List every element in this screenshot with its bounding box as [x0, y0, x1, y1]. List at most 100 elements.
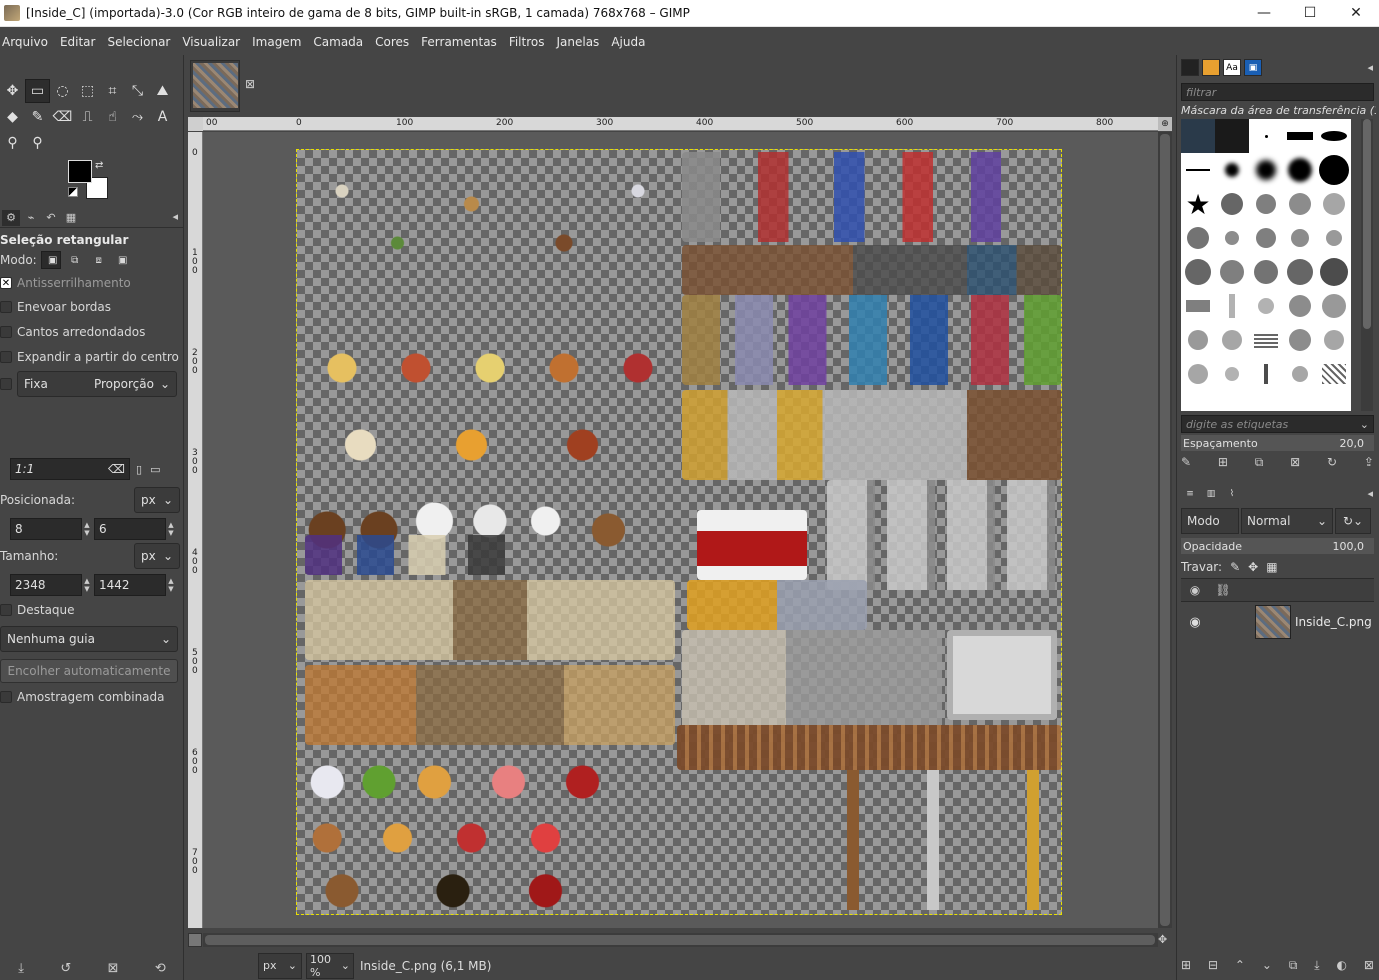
menu-filtros[interactable]: Filtros: [509, 35, 551, 49]
reset-colors-icon[interactable]: [68, 187, 78, 197]
expand-center-row[interactable]: Expandir a partir do centro: [0, 350, 179, 364]
zoom-on-resize-icon[interactable]: ⊕: [1158, 117, 1172, 131]
new-brush-icon[interactable]: ⊞: [1218, 455, 1228, 473]
mask-layer-icon[interactable]: ◐: [1336, 958, 1346, 976]
brush-texture-12[interactable]: [1215, 289, 1249, 323]
brush-texture-7[interactable]: [1215, 255, 1249, 289]
maximize-button[interactable]: ☐: [1287, 0, 1333, 27]
chevron-down-icon[interactable]: ⌄: [1360, 418, 1369, 431]
close-button[interactable]: ✕: [1333, 0, 1379, 27]
brush-scrollbar[interactable]: [1361, 119, 1373, 411]
lower-layer-icon[interactable]: ⌄: [1262, 958, 1272, 976]
brushes-tab-icon[interactable]: [1181, 59, 1199, 76]
brush-splatter-1[interactable]: [1215, 187, 1249, 221]
foreground-select-tool-icon[interactable]: ⬚: [75, 79, 100, 103]
mode-add-icon[interactable]: ⧉: [65, 251, 85, 269]
brush-texture-23[interactable]: [1249, 357, 1283, 391]
smudge-tool-icon[interactable]: ☝: [100, 105, 125, 129]
warp-tool-icon[interactable]: ⛰: [150, 79, 175, 103]
feather-row[interactable]: Enevoar bordas: [0, 300, 111, 314]
edit-brush-icon[interactable]: ✎: [1181, 455, 1191, 473]
brush-texture-20[interactable]: [1317, 323, 1351, 357]
horizontal-ruler[interactable]: 00 0 100 200 300 400 500 600 700 800: [203, 117, 1158, 131]
brush-texture-13[interactable]: [1249, 289, 1283, 323]
brush-texture-8[interactable]: [1249, 255, 1283, 289]
position-x-spinner[interactable]: ▲ ▼: [82, 521, 92, 537]
quick-mask-toggle[interactable]: [188, 933, 202, 947]
image-tab-close-icon[interactable]: ⊠: [245, 77, 255, 91]
layer-mode-combo[interactable]: Normal ⌄: [1241, 508, 1333, 534]
undo-history-tab-icon[interactable]: ↶: [42, 210, 60, 226]
brush-texture-19[interactable]: [1283, 323, 1317, 357]
sample-merged-checkbox[interactable]: [0, 691, 12, 703]
antialias-row[interactable]: ✕ Antisserrilhamento: [0, 276, 131, 290]
spacing-slider[interactable]: Espaçamento 20,0: [1181, 435, 1374, 451]
zoom-tool-icon[interactable]: ⚲: [25, 131, 50, 155]
brush-filter-input[interactable]: filtrar: [1181, 83, 1374, 101]
brush-texture-5[interactable]: [1317, 221, 1351, 255]
brush-texture-17[interactable]: [1215, 323, 1249, 357]
open-brush-icon[interactable]: ⇪: [1364, 455, 1374, 473]
lasso-tool-icon[interactable]: ◌: [50, 79, 75, 103]
brush-panel-menu-icon[interactable]: ◂: [1367, 61, 1373, 74]
delete-brush-icon[interactable]: ⊠: [1290, 455, 1300, 473]
brush-texture-22[interactable]: [1215, 357, 1249, 391]
channels-tab-icon[interactable]: ▥: [1202, 485, 1220, 502]
fixed-checkbox[interactable]: [0, 378, 12, 390]
horizontal-scrollbar[interactable]: [203, 933, 1158, 947]
menu-visualizar[interactable]: Visualizar: [182, 35, 246, 49]
document-history-tab-icon[interactable]: ▣: [1244, 59, 1262, 76]
image-canvas[interactable]: [296, 149, 1062, 915]
color-picker-tool-icon[interactable]: ⚲: [0, 131, 25, 155]
swap-colors-icon[interactable]: ⇄: [95, 160, 103, 171]
fonts-tab-icon[interactable]: Aa: [1223, 59, 1241, 76]
eraser-tool-icon[interactable]: ⌫: [50, 105, 75, 129]
position-unit-combo[interactable]: px ⌄: [134, 487, 180, 513]
brush-texture-9[interactable]: [1283, 255, 1317, 289]
brush-texture-14[interactable]: [1283, 289, 1317, 323]
merge-layer-icon[interactable]: ⤓: [1314, 958, 1319, 976]
brush-texture-21[interactable]: [1181, 357, 1215, 391]
reset-options-icon[interactable]: ⟲: [155, 961, 166, 976]
duplicate-layer-icon[interactable]: ⧉: [1289, 958, 1298, 976]
brush-texture-18[interactable]: [1249, 323, 1283, 357]
menu-selecionar[interactable]: Selecionar: [107, 35, 176, 49]
feather-checkbox[interactable]: [0, 301, 12, 313]
layer-row[interactable]: ◉ Inside_C.png: [1181, 604, 1374, 640]
brush-clipboard-mask[interactable]: [1181, 119, 1215, 153]
delete-layer-icon[interactable]: ⊠: [1364, 958, 1374, 976]
mode-replace-icon[interactable]: ▣: [40, 251, 61, 269]
horizontal-scroll-thumb[interactable]: [205, 935, 1155, 945]
move-tool-icon[interactable]: ✥: [0, 79, 25, 103]
mode-intersect-icon[interactable]: ▣: [113, 251, 133, 269]
portrait-icon[interactable]: ▯: [136, 463, 142, 476]
refresh-brushes-icon[interactable]: ↻: [1327, 455, 1337, 473]
brush-pixel[interactable]: [1249, 119, 1283, 153]
menu-janelas[interactable]: Janelas: [556, 35, 605, 49]
menu-arquivo[interactable]: Arquivo: [2, 35, 54, 49]
paths-tab-icon[interactable]: ⌇: [1223, 485, 1241, 502]
transform-tool-icon[interactable]: ⤡: [125, 79, 150, 103]
restore-options-icon[interactable]: ↺: [60, 961, 71, 976]
size-unit-combo[interactable]: px ⌄: [134, 543, 180, 569]
zoom-selector[interactable]: 100 % ⌄: [306, 952, 354, 979]
autoshrink-button[interactable]: Encolher automaticamente: [0, 659, 178, 683]
new-group-icon[interactable]: ⊟: [1208, 958, 1218, 976]
position-y-input[interactable]: 6: [94, 518, 166, 540]
expand-center-checkbox[interactable]: [0, 351, 12, 363]
foreground-color-swatch[interactable]: [68, 160, 92, 183]
menu-ajuda[interactable]: Ajuda: [611, 35, 651, 49]
brush-texture-25[interactable]: [1317, 357, 1351, 391]
rounded-checkbox[interactable]: [0, 326, 12, 338]
save-options-icon[interactable]: ⤓: [18, 961, 24, 976]
bucket-fill-tool-icon[interactable]: ◆: [0, 105, 25, 129]
brush-hardness-3[interactable]: [1249, 153, 1283, 187]
canvas-viewport[interactable]: [203, 132, 1158, 928]
vertical-scroll-thumb[interactable]: [1160, 134, 1170, 926]
vertical-scrollbar[interactable]: [1158, 132, 1172, 928]
delete-options-icon[interactable]: ⊠: [108, 961, 119, 976]
rounded-row[interactable]: Cantos arredondados: [0, 325, 145, 339]
brush-texture-16[interactable]: [1181, 323, 1215, 357]
guides-combo[interactable]: Nenhuma guia ⌄: [0, 626, 178, 652]
lock-position-icon[interactable]: ✥: [1248, 560, 1258, 574]
